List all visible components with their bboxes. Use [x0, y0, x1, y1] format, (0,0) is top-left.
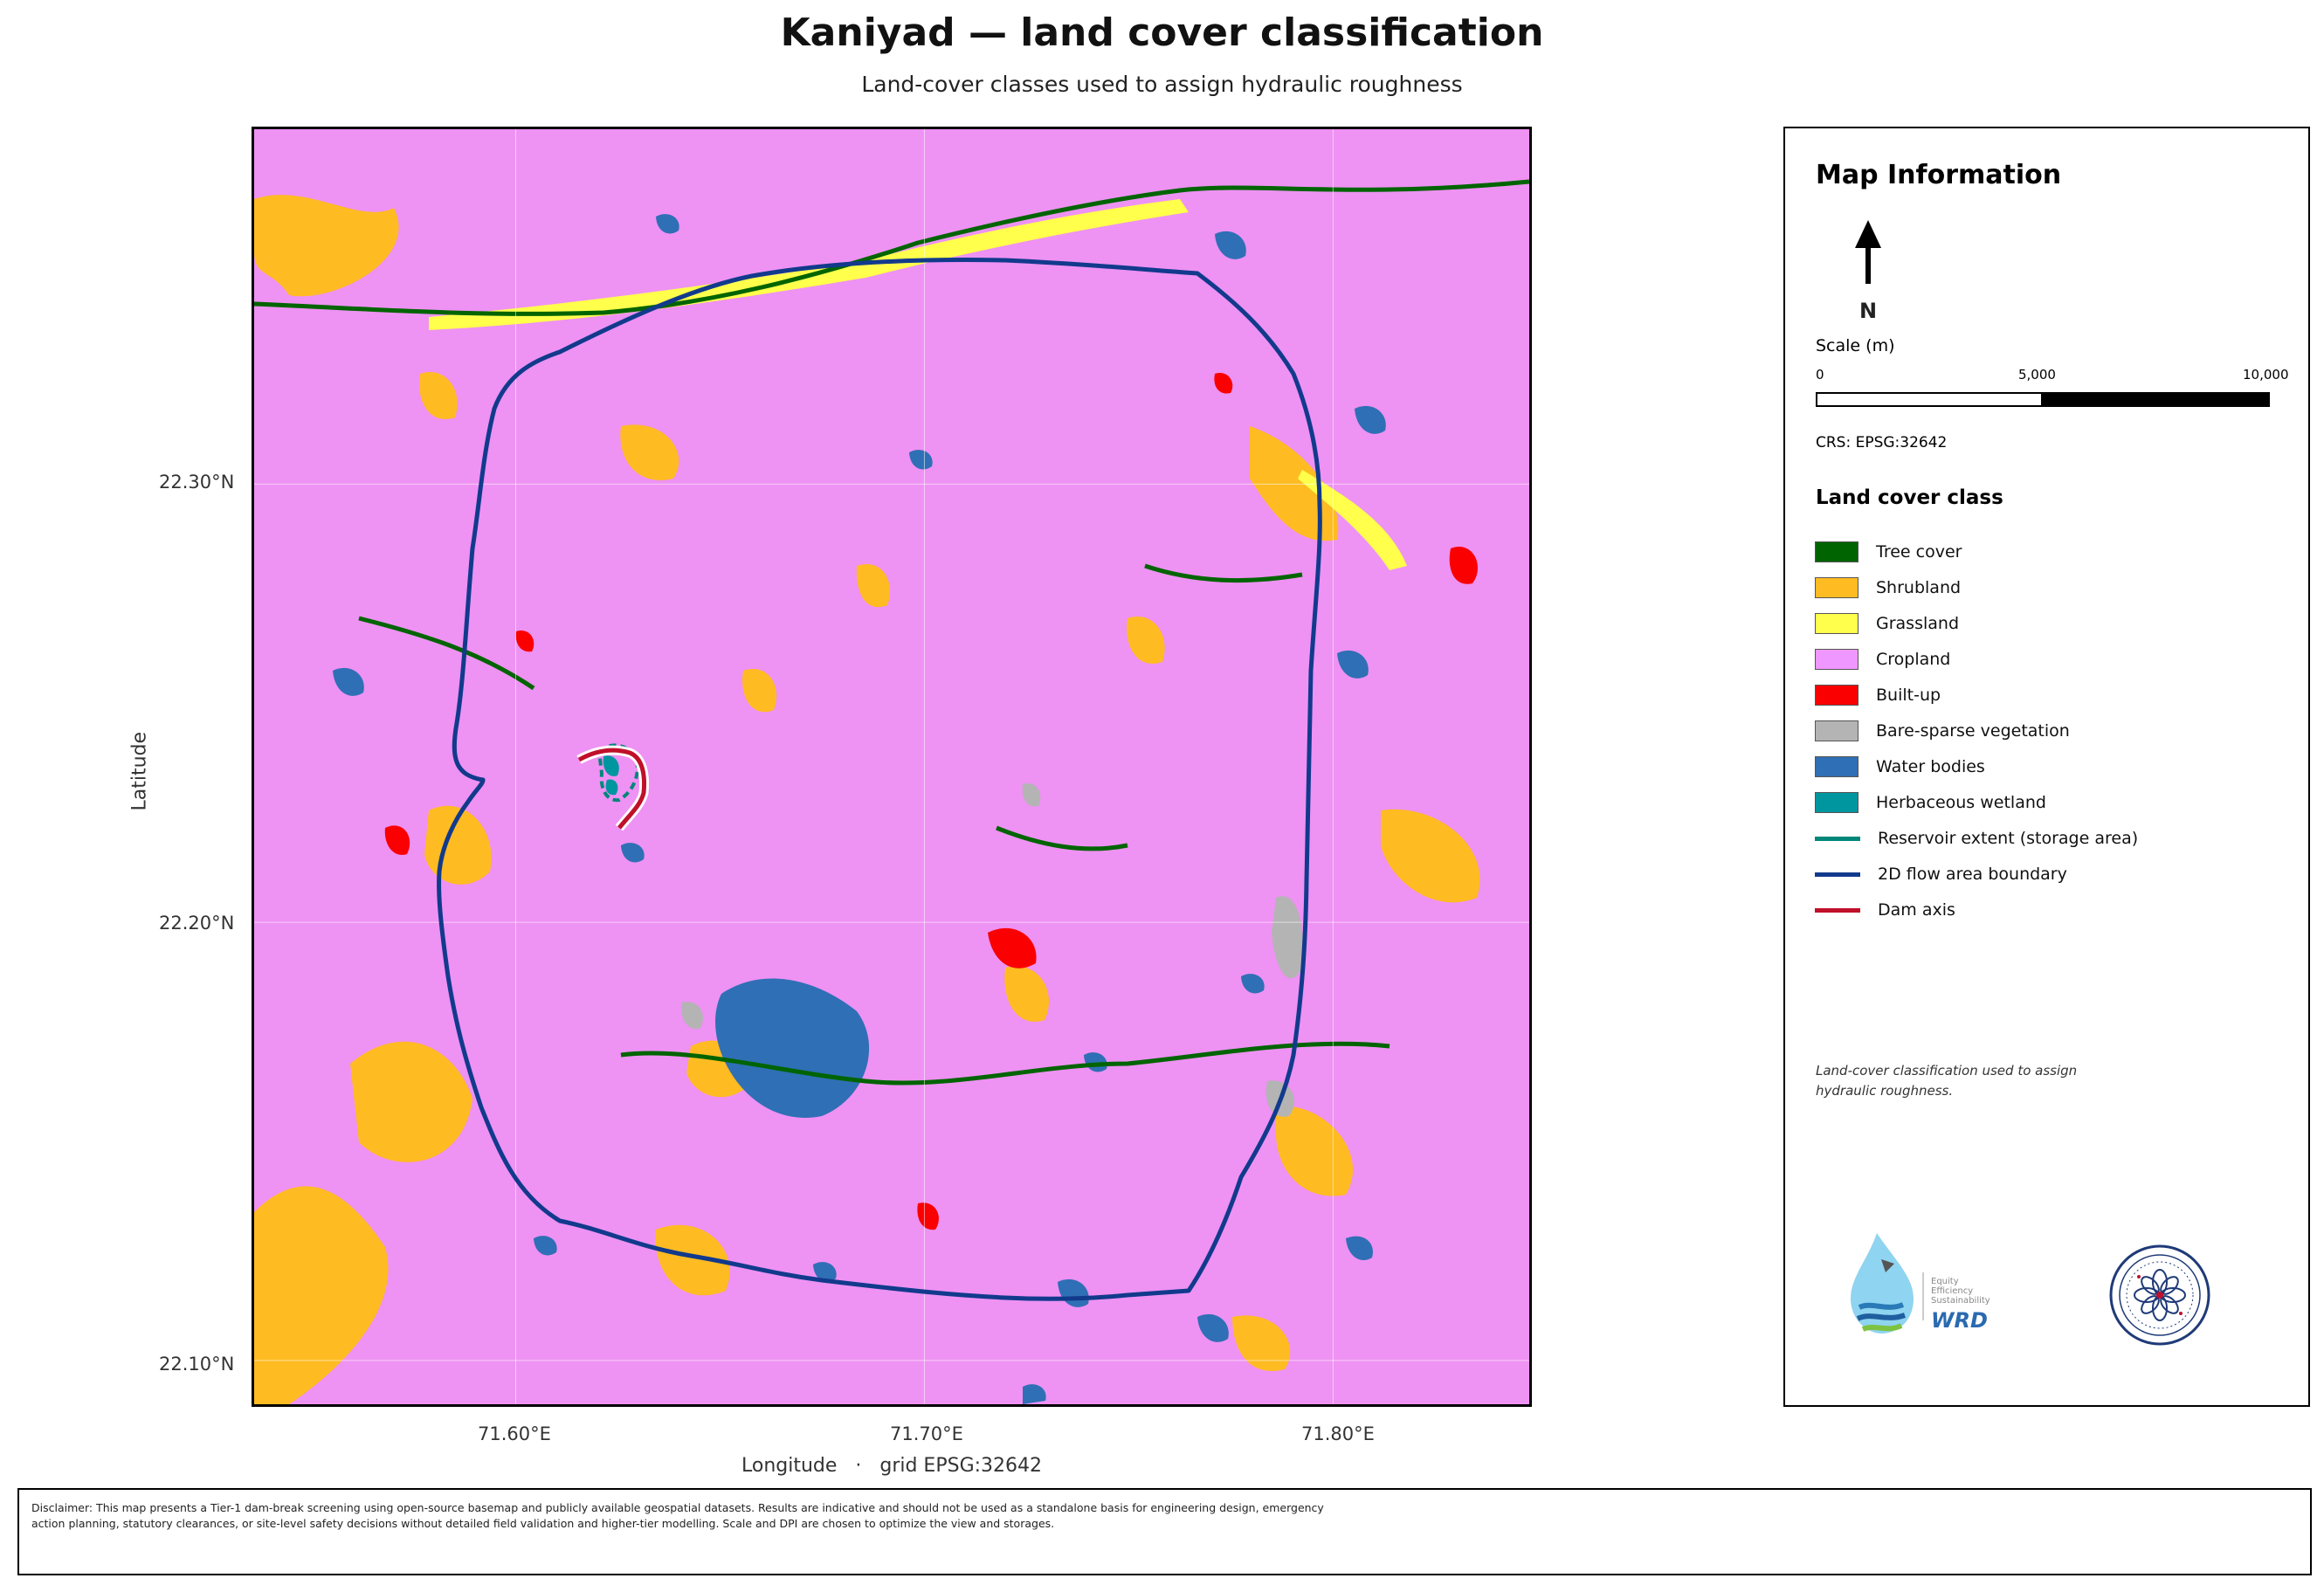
crs-label: CRS: EPSG:32642 — [1816, 434, 1948, 451]
legend-swatch — [1815, 577, 1859, 598]
legend-item: Cropland — [1815, 646, 1950, 672]
logo-tagline: Equity Efficiency Sustainability — [1931, 1277, 1990, 1306]
logo-tagline-line: Sustainability — [1931, 1296, 1990, 1306]
legend-label: Herbaceous wetland — [1876, 793, 2046, 812]
x-tick-label: 71.60°E — [478, 1423, 551, 1444]
y-axis-label: Latitude — [128, 731, 151, 811]
north-arrow-icon — [1855, 220, 1881, 284]
map-canvas — [254, 129, 1529, 1404]
legend-item: Dam axis — [1815, 897, 1955, 923]
legend-line-symbol — [1815, 836, 1860, 841]
legend-label: Dam axis — [1878, 900, 1955, 920]
scale-label-end: 10,000 — [2243, 367, 2289, 382]
map-subtitle: Land-cover classes used to assign hydrau… — [861, 72, 1463, 97]
land-cover-map — [252, 127, 1532, 1407]
legend-line-symbol — [1815, 907, 1860, 913]
y-tick-label: 22.20°N — [159, 913, 235, 934]
legend-line-symbol — [1815, 872, 1860, 877]
legend-label: Bare-sparse vegetation — [1876, 721, 2070, 741]
panel-title: Map Information — [1816, 160, 2062, 190]
legend-swatch — [1815, 756, 1859, 777]
legend-label: Reservoir extent (storage area) — [1878, 829, 2139, 848]
scale-label-mid: 5,000 — [2018, 367, 2056, 382]
legend-item: Water bodies — [1815, 754, 1985, 780]
map-information-panel: Map Information N Scale (m) 0 5,000 10,0… — [1783, 127, 2310, 1407]
legend-item: Herbaceous wetland — [1815, 789, 2046, 816]
logo-tagline-line: Equity — [1931, 1277, 1959, 1286]
legend-label: Tree cover — [1876, 542, 1962, 562]
legend-label: Water bodies — [1876, 757, 1985, 776]
logo-tagline-line: Efficiency — [1931, 1286, 1974, 1296]
logo-wrd-text: WRD — [1931, 1308, 1988, 1333]
panel-note: Land-cover classification used to assign… — [1816, 1063, 2078, 1099]
legend-item: 2D flow area boundary — [1815, 861, 2067, 887]
x-axis-label: Longitude · grid EPSG:32642 — [741, 1455, 1043, 1477]
legend-item: Reservoir extent (storage area) — [1815, 825, 2138, 851]
legend-label: Cropland — [1876, 650, 1951, 669]
disclaimer-text: Disclaimer: This map presents a Tier-1 d… — [31, 1501, 1324, 1530]
scale-label-start: 0 — [1816, 367, 1824, 382]
legend-label: Shrubland — [1876, 578, 1962, 597]
north-label: N — [1859, 299, 1878, 323]
legend-swatch — [1815, 649, 1859, 670]
legend-item: Built-up — [1815, 682, 1941, 708]
legend-swatch — [1815, 720, 1859, 741]
legend-label: Built-up — [1876, 686, 1941, 705]
y-tick-label: 22.30°N — [159, 472, 235, 493]
legend-title: Land cover class — [1816, 486, 2003, 509]
legend-swatch — [1815, 685, 1859, 706]
scale-title: Scale (m) — [1816, 336, 1895, 355]
legend-swatch — [1815, 541, 1859, 562]
scale-bar-white — [1816, 392, 2043, 407]
x-tick-label: 71.80°E — [1301, 1423, 1375, 1444]
institute-seal-icon — [2109, 1244, 2210, 1346]
wrd-logo: Equity Efficiency Sustainability WRD — [1833, 1224, 1999, 1347]
scale-bar-black — [2043, 392, 2270, 407]
legend-item: Bare-sparse vegetation — [1815, 718, 2070, 744]
legend-item: Tree cover — [1815, 539, 1962, 565]
disclaimer-box: Disclaimer: This map presents a Tier-1 d… — [17, 1488, 2312, 1575]
legend-label: Grassland — [1876, 614, 1959, 633]
map-title: Kaniyad — land cover classification — [780, 10, 1544, 55]
x-tick-label: 71.70°E — [890, 1423, 963, 1444]
legend-swatch — [1815, 792, 1859, 813]
legend-swatch — [1815, 613, 1859, 634]
legend-item: Shrubland — [1815, 575, 1961, 601]
y-tick-label: 22.10°N — [159, 1354, 235, 1375]
legend-label: 2D flow area boundary — [1878, 865, 2067, 884]
legend-item: Grassland — [1815, 610, 1959, 637]
